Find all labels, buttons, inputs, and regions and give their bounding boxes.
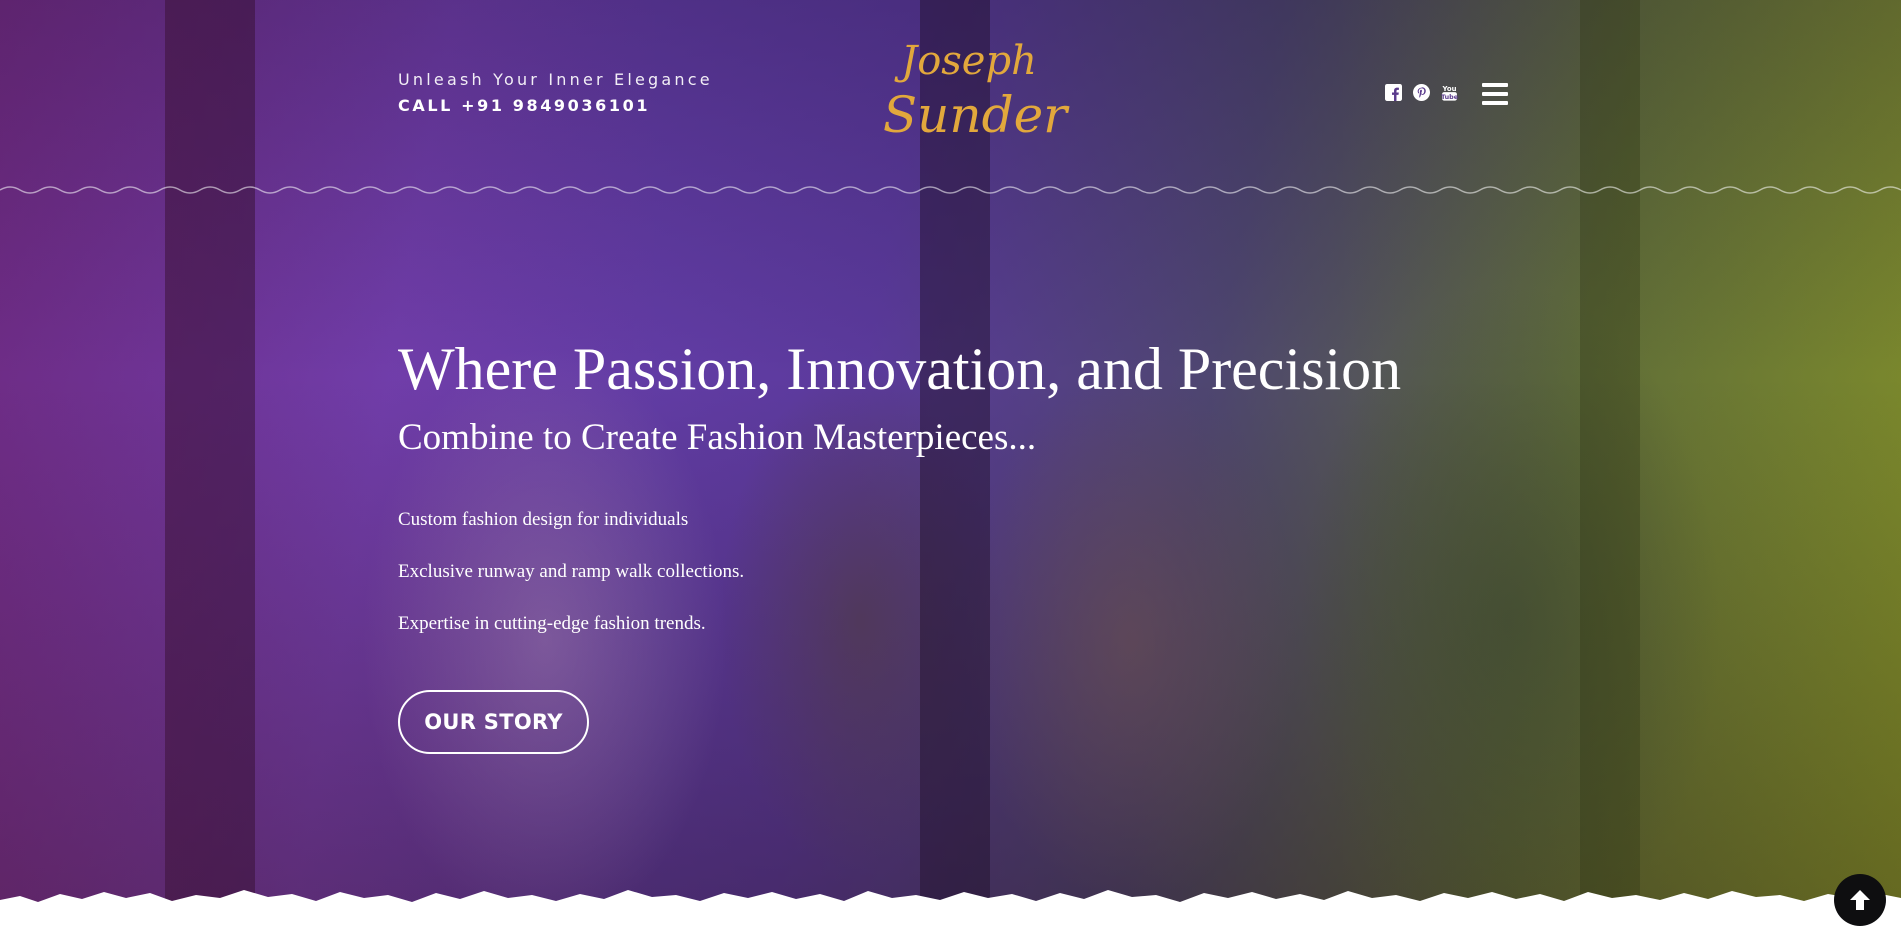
hero-section: Unleash Your Inner Elegance CALL +91 984… bbox=[0, 0, 1901, 940]
svg-text:You: You bbox=[1442, 85, 1457, 93]
feature-item: Exclusive runway and ramp walk collectio… bbox=[398, 561, 745, 582]
wave-divider bbox=[0, 186, 1901, 194]
svg-text:Tube: Tube bbox=[1441, 93, 1458, 101]
feature-item: Custom fashion design for individuals bbox=[398, 509, 689, 530]
arrow-up-icon bbox=[1850, 890, 1870, 910]
facebook-icon[interactable] bbox=[1385, 84, 1402, 101]
our-story-button[interactable]: OUR STORY bbox=[398, 690, 589, 754]
torn-paper-edge bbox=[0, 890, 1901, 940]
feature-item: Expertise in cutting-edge fashion trends… bbox=[398, 613, 706, 634]
call-phone-link[interactable]: CALL +91 9849036101 bbox=[398, 96, 650, 115]
feature-list: Custom fashion design for individuals Ex… bbox=[398, 508, 744, 664]
hamburger-menu-icon[interactable] bbox=[1482, 83, 1508, 105]
social-links: You Tube bbox=[1385, 84, 1458, 104]
hero-headline: Where Passion, Innovation, and Precision bbox=[398, 336, 1402, 402]
scroll-to-top-button[interactable] bbox=[1834, 874, 1886, 926]
site-logo[interactable]: Joseph Sunder bbox=[868, 34, 1067, 154]
logo-line-joseph: Joseph bbox=[901, 38, 1037, 84]
hero-subheadline: Combine to Create Fashion Masterpieces..… bbox=[398, 417, 1037, 458]
pinterest-icon[interactable] bbox=[1413, 84, 1430, 101]
logo-line-sunder: Sunder bbox=[882, 86, 1068, 144]
header-tagline: Unleash Your Inner Elegance bbox=[398, 70, 713, 89]
youtube-icon[interactable]: You Tube bbox=[1441, 84, 1458, 101]
